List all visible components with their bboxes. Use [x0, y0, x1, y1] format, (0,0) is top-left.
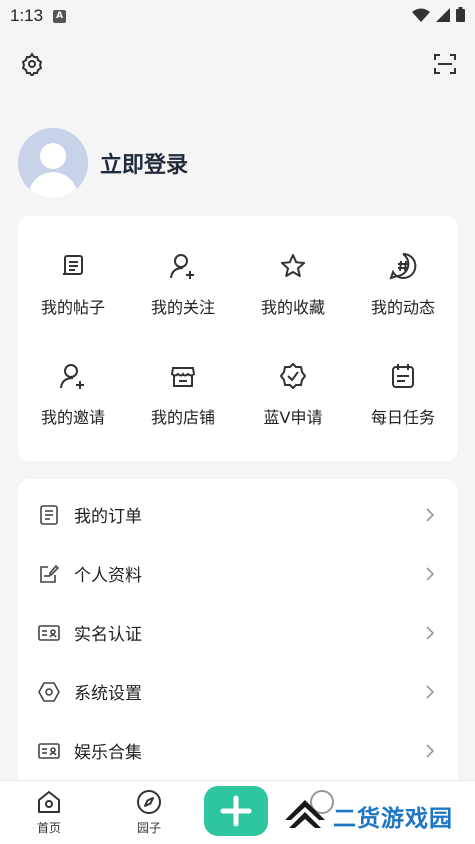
grid-item-label: 我的店铺 — [150, 408, 215, 427]
grid-item-activity[interactable]: 我的动态 — [348, 230, 458, 340]
grid-item-label: 蓝V申请 — [263, 408, 323, 427]
publish-button[interactable] — [204, 786, 268, 836]
battery-icon — [456, 7, 465, 22]
watermark: 二货游戏园 — [283, 796, 453, 836]
login-link[interactable]: 立即登录 — [100, 147, 188, 179]
grid-item-posts[interactable]: 我的帖子 — [18, 230, 128, 340]
list-item-system-settings[interactable]: 系统设置 — [18, 662, 458, 721]
list-item-label: 娱乐合集 — [74, 743, 142, 763]
grid-item-label: 我的关注 — [150, 298, 215, 317]
shop-icon — [170, 367, 196, 387]
wifi-icon — [412, 8, 430, 22]
home-icon — [38, 791, 60, 813]
tab-home[interactable]: 首页 — [19, 789, 79, 836]
tab-garden-label: 园子 — [136, 821, 161, 835]
list-item-label: 我的订单 — [74, 507, 142, 527]
calendar-icon — [392, 364, 414, 388]
chevron-right-icon — [426, 684, 435, 699]
post-icon — [63, 255, 83, 275]
list-item-profile[interactable]: 个人资料 — [18, 544, 458, 603]
notification-icon: A — [53, 9, 67, 23]
grid-item-label: 我的收藏 — [260, 298, 325, 317]
list-item-label: 系统设置 — [74, 684, 142, 704]
grid-item-bluev[interactable]: 蓝V申请 — [238, 340, 348, 450]
status-indicators — [412, 7, 465, 22]
scan-button[interactable] — [431, 50, 459, 78]
id-card-icon — [38, 622, 60, 644]
list-item-label: 个人资料 — [74, 566, 142, 586]
list-item-id-verification[interactable]: 实名认证 — [18, 603, 458, 662]
tab-home-label: 首页 — [36, 821, 61, 835]
collection-icon — [38, 740, 60, 762]
gear-icon — [21, 52, 43, 76]
grid-item-label: 我的邀请 — [40, 408, 105, 427]
grid-item-label: 我的帖子 — [40, 298, 105, 317]
star-icon — [281, 254, 305, 277]
tab-garden[interactable]: 园子 — [119, 789, 179, 836]
chevron-right-icon — [426, 625, 435, 640]
grid-item-shop[interactable]: 我的店铺 — [128, 340, 238, 450]
hexagon-settings-icon — [38, 681, 60, 703]
scan-icon — [434, 54, 456, 74]
watermark-text: 二货游戏园 — [333, 806, 453, 832]
grid-item-label: 每日任务 — [370, 408, 435, 427]
chevron-right-icon — [426, 566, 435, 581]
chevron-right-icon — [426, 743, 435, 758]
profile-header[interactable]: 立即登录 — [18, 128, 188, 198]
grid-item-daily-tasks[interactable]: 每日任务 — [348, 340, 458, 450]
follow-icon — [170, 254, 194, 279]
grid-item-follows[interactable]: 我的关注 — [128, 230, 238, 340]
avatar[interactable] — [18, 128, 88, 198]
plus-icon — [220, 795, 252, 827]
verified-badge-icon — [280, 363, 306, 389]
grid-item-favorites[interactable]: 我的收藏 — [238, 230, 348, 340]
signal-icon — [436, 7, 450, 22]
list-item-entertainment[interactable]: 娱乐合集 — [18, 721, 458, 780]
menu-list-card: 我的订单 个人资料 实名认证 系统设置 娱乐合集 — [18, 479, 458, 799]
hashtag-icon — [389, 252, 417, 280]
invite-icon — [60, 364, 84, 389]
status-bar: 1:13 A — [0, 0, 475, 32]
shortcut-grid-card: 我的帖子 我的关注 我的收藏 我的动态 我的邀请 我的店铺 蓝V申请 每日任务 — [18, 216, 458, 461]
grid-item-label: 我的动态 — [370, 298, 435, 317]
list-item-orders[interactable]: 我的订单 — [18, 485, 458, 544]
order-icon — [38, 504, 60, 526]
grid-item-invites[interactable]: 我的邀请 — [18, 340, 128, 450]
list-item-label: 实名认证 — [74, 625, 142, 645]
chevron-right-icon — [426, 507, 435, 522]
watermark-logo-icon — [285, 800, 325, 828]
edit-profile-icon — [38, 563, 60, 585]
status-time: 1:13 — [10, 6, 44, 25]
default-avatar-icon — [18, 128, 88, 198]
compass-icon — [137, 790, 161, 814]
settings-gear-button[interactable] — [18, 50, 46, 78]
